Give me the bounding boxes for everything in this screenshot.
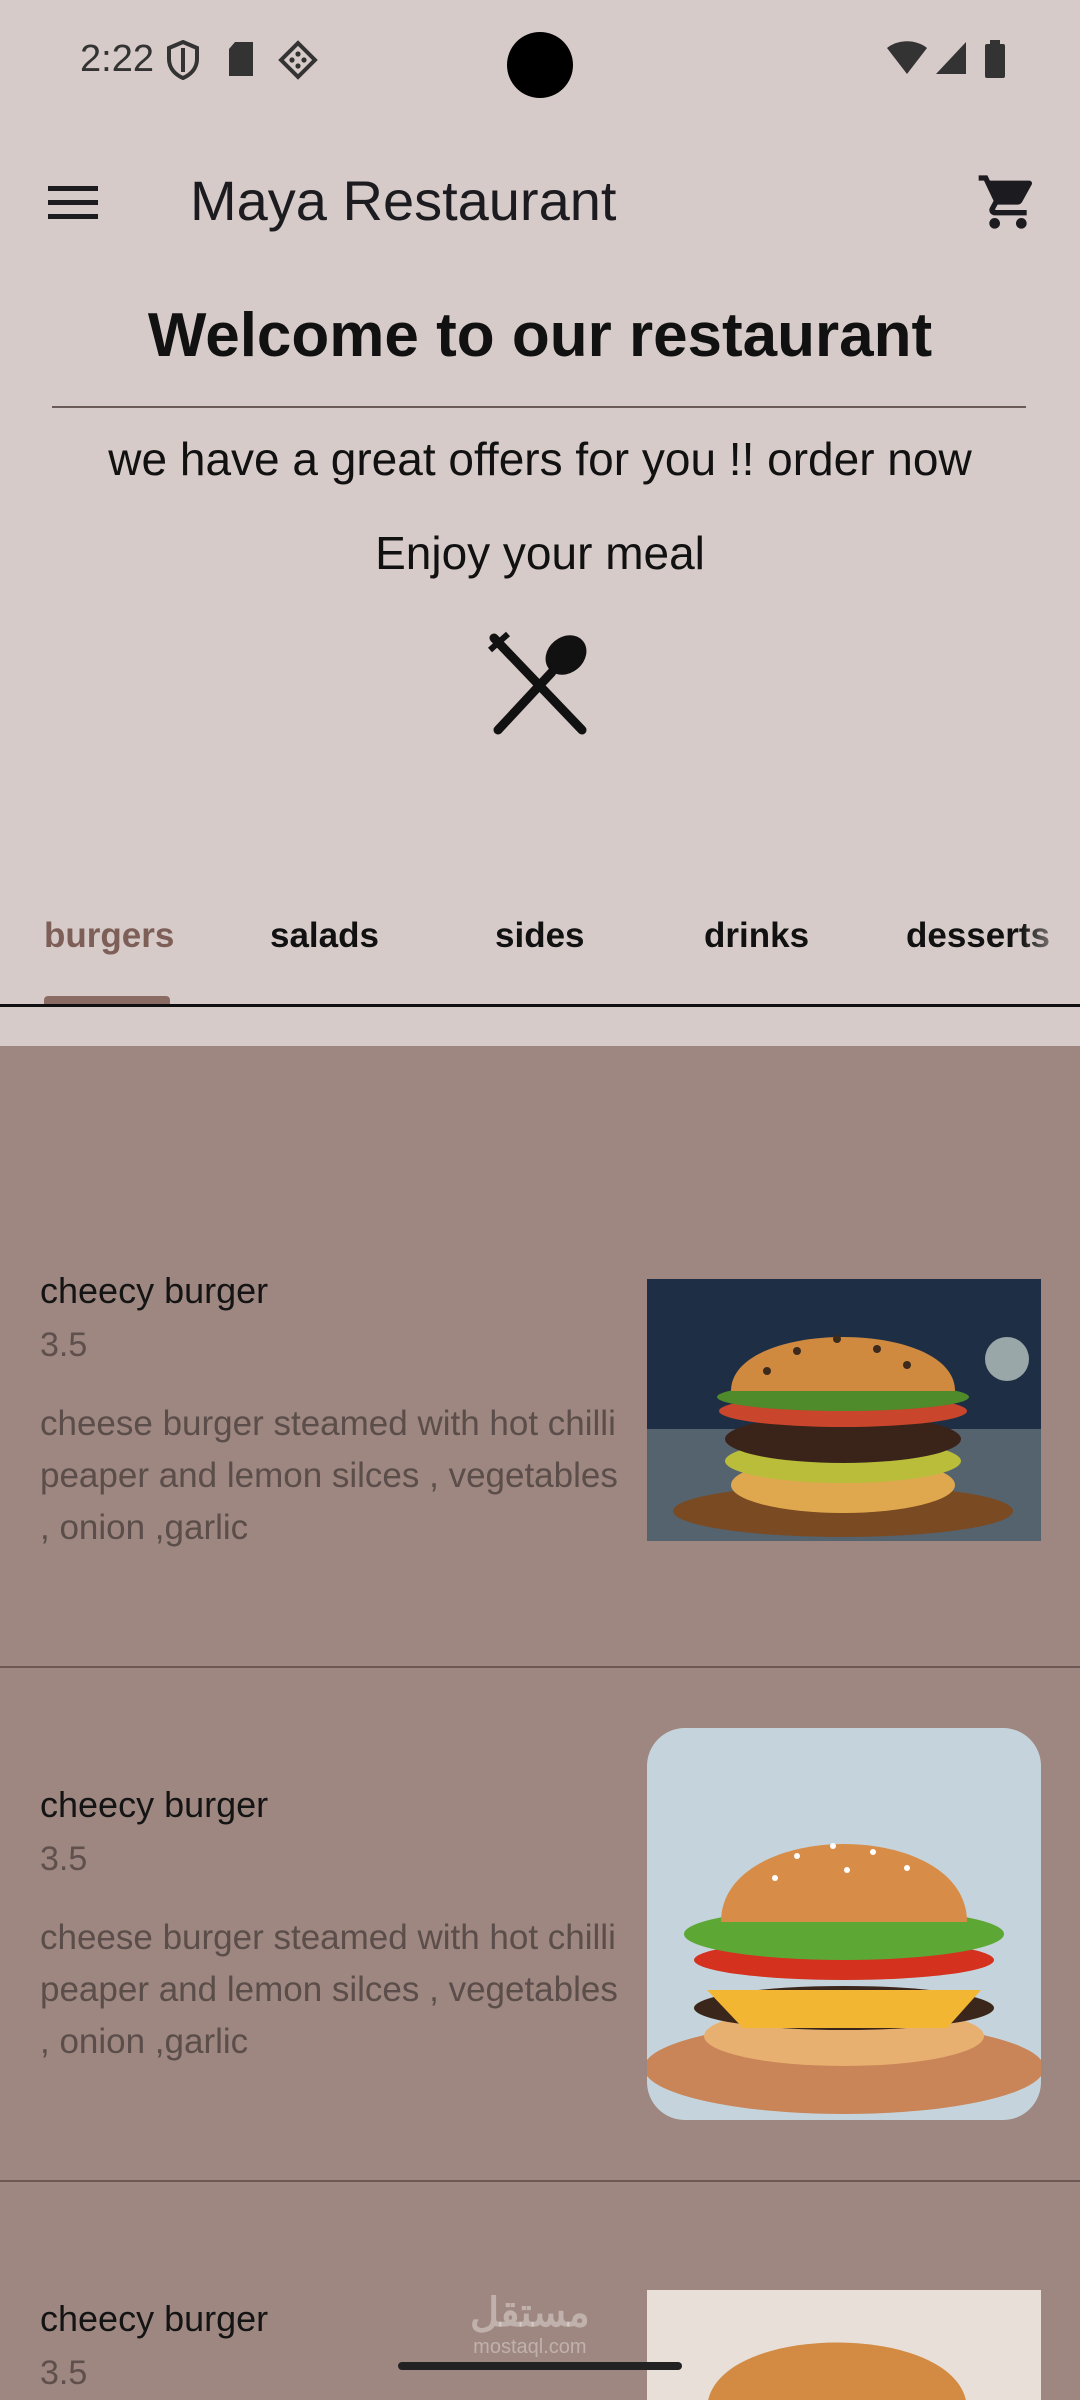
hero-divider (52, 406, 1026, 408)
utensils-icon (488, 631, 587, 735)
tagline-text: Enjoy your meal (375, 527, 705, 579)
sd-card-icon (229, 42, 253, 76)
item-price: 3.5 (40, 1326, 88, 1364)
camera-cutout (507, 32, 573, 98)
menu-icon[interactable] (48, 182, 98, 222)
status-bar: 2:22 (0, 0, 1080, 130)
puzzle-icon (278, 40, 318, 80)
item-name: cheecy burger (40, 1784, 269, 1825)
battery-icon (985, 40, 1005, 78)
signal-icon (936, 42, 966, 74)
wifi-icon (887, 41, 927, 74)
item-description: cheese burger steamed with hot chilli pe… (40, 1404, 618, 1547)
item-description: cheese burger steamed with hot chilli pe… (40, 1918, 618, 2061)
menu-list[interactable]: cheecy burger 3.5 cheese burger steamed … (0, 1046, 1080, 2400)
tab-burgers[interactable]: burgers (44, 916, 174, 956)
app-bar: Maya Restaurant (0, 130, 1080, 270)
cart-icon[interactable] (976, 170, 1040, 234)
app-title: Maya Restaurant (190, 169, 617, 232)
item-name: cheecy burger (40, 2298, 269, 2339)
burger-image (647, 1279, 1041, 1541)
tab-drinks[interactable]: drinks (704, 916, 809, 956)
watermark-arabic: مستقل (470, 2291, 590, 2335)
category-tabs: burgers salads sides drinks desserts (0, 900, 1080, 1007)
burger-image (647, 1728, 1041, 2120)
tab-sides[interactable]: sides (495, 916, 585, 956)
tab-indicator (44, 996, 170, 1004)
burger-image (647, 2290, 1041, 2400)
item-price: 3.5 (40, 1840, 88, 1878)
shield-icon (167, 40, 199, 80)
watermark-latin: mostaql.com (473, 2336, 587, 2358)
offer-text: we have a great offers for you !! order … (108, 433, 972, 485)
tab-salads[interactable]: salads (270, 916, 379, 956)
item-name: cheecy burger (40, 1270, 269, 1311)
status-time: 2:22 (80, 38, 154, 80)
list-item[interactable]: cheecy burger 3.5 cheese burger steamed … (0, 1668, 1080, 2182)
tab-fade (1020, 900, 1080, 1000)
gesture-nav-bar[interactable] (398, 2362, 682, 2370)
watermark-logo: مستقل mostaql.com (470, 2290, 590, 2359)
item-price: 3.5 (40, 2354, 88, 2392)
welcome-heading: Welcome to our restaurant (147, 301, 933, 370)
list-item[interactable]: cheecy burger 3.5 cheese burger steamed … (0, 1046, 1080, 1668)
